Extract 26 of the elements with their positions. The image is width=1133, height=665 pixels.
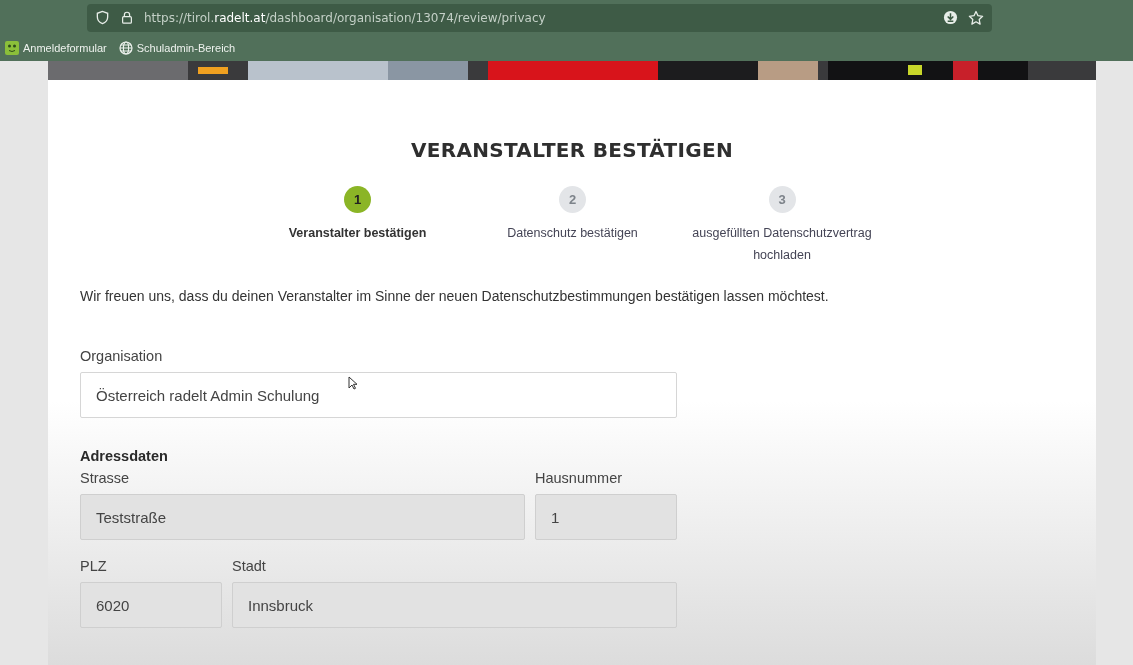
field-label: PLZ	[80, 558, 108, 574]
step-number: 1	[344, 186, 371, 213]
step-label: Datenschutz bestätigen	[507, 225, 638, 242]
globe-icon	[118, 41, 133, 55]
intro-text: Wir freuen uns, dass du deinen Veranstalter im Sinne der neuen Datenschutzbestimmungen bestätigen lassen möchtest.	[80, 288, 830, 304]
step-label: ausgefüllten Datenschutzvertrag hochladen	[691, 225, 873, 264]
step-number: 3	[768, 186, 796, 213]
section-heading: Adressdaten	[80, 448, 169, 464]
address-bar[interactable]: https://tirol.radelt.at/dashboard/organisation/13074/review/privacy	[87, 3, 992, 32]
app-icon	[5, 41, 19, 55]
page-title: VERANSTALTER BESTÄTIGEN	[410, 138, 734, 162]
field-label: Stadt	[232, 558, 267, 574]
step-number: 2	[559, 186, 586, 213]
lock-icon	[120, 10, 134, 25]
bookmark[interactable]: Schuladmin-Bereich	[118, 41, 236, 55]
step-label: Veranstalter bestätigen	[288, 225, 427, 242]
bookmark[interactable]: Anmeldeformular	[5, 41, 107, 55]
shield-icon	[95, 10, 110, 25]
cursor-icon	[348, 376, 358, 390]
field-label: Organisation	[80, 348, 164, 364]
field-label: Hausnummer	[535, 470, 624, 486]
field-label: Strasse	[80, 470, 131, 486]
url-text[interactable]: https://tirol.radelt.at/dashboard/organisation/13074/review/privacy	[144, 10, 546, 25]
input-field[interactable]: Österreich radelt Admin Schulung	[80, 372, 677, 418]
download-icon[interactable]	[943, 10, 958, 25]
star-icon[interactable]	[968, 9, 984, 26]
